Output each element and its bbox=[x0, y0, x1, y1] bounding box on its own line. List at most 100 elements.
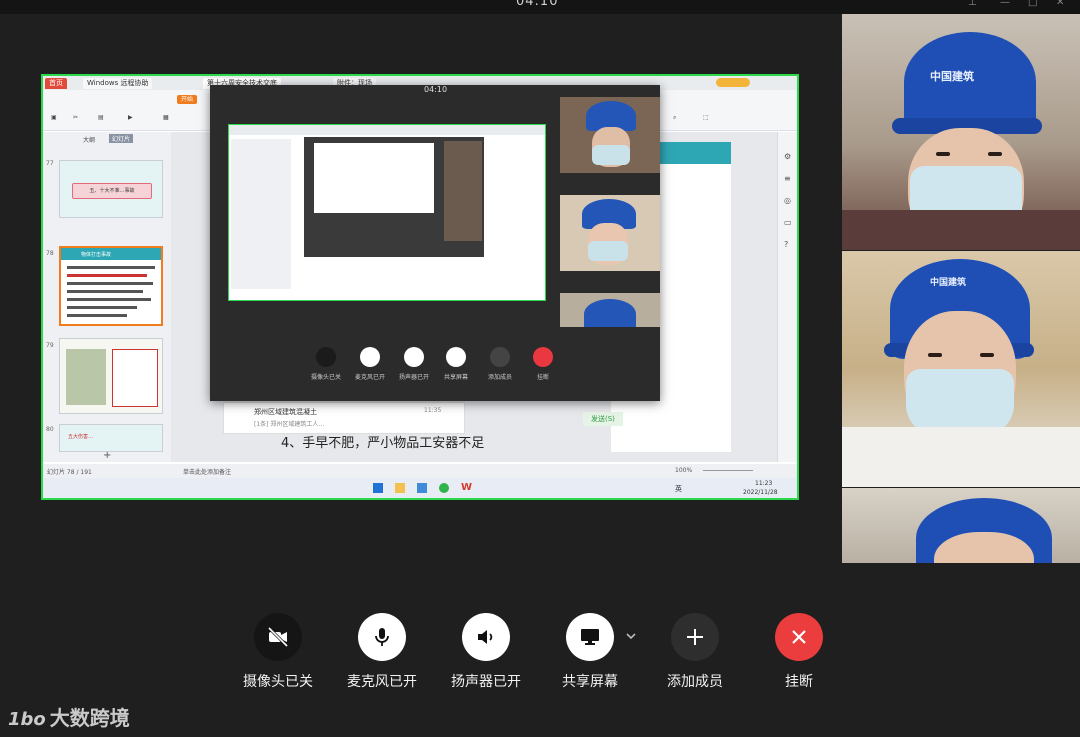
cut-icon[interactable]: ✂ bbox=[73, 114, 78, 121]
speaker-icon bbox=[478, 630, 493, 644]
close-icon[interactable]: ✕ bbox=[1056, 0, 1064, 8]
deeper-meeting-window bbox=[304, 137, 484, 257]
format-icon[interactable]: ▤ bbox=[98, 114, 104, 121]
minimize-icon[interactable]: — bbox=[1000, 0, 1010, 8]
add-slide-icon[interactable]: + bbox=[103, 450, 111, 461]
plus-icon bbox=[687, 629, 703, 645]
play-icon[interactable]: ▶ bbox=[128, 114, 133, 121]
face-mask bbox=[906, 369, 1014, 435]
nested-label: 共享屏幕 bbox=[443, 374, 468, 381]
nested-label: 扬声器已开 bbox=[398, 374, 429, 381]
nested-label: 挂断 bbox=[536, 374, 549, 381]
zoom-slider[interactable] bbox=[703, 470, 753, 471]
tool-icon[interactable]: ⚙ bbox=[784, 152, 791, 161]
nested-label: 麦克风已开 bbox=[354, 374, 385, 381]
status-bar: 幻灯片 78 / 191 单击此处添加备注 100% bbox=[43, 464, 797, 478]
camera-button[interactable] bbox=[254, 613, 302, 661]
notes-hint[interactable]: 单击此处添加备注 bbox=[183, 467, 231, 476]
brand-mark: 1bo bbox=[8, 709, 46, 730]
brand-name: 大数跨境 bbox=[49, 706, 130, 730]
wps-icon[interactable]: W bbox=[461, 482, 472, 493]
share-screen-button[interactable] bbox=[566, 613, 614, 661]
windows-start-icon[interactable] bbox=[373, 483, 383, 493]
nested-video-2[interactable] bbox=[560, 195, 660, 271]
outline-tab[interactable]: 大纲 bbox=[83, 135, 95, 144]
tray-time: 11:23 bbox=[755, 480, 773, 487]
participant-video-1[interactable]: 中国建筑 bbox=[842, 14, 1080, 250]
chat-send-button[interactable]: 发送(S) bbox=[583, 412, 623, 426]
paste-icon[interactable]: ▣ bbox=[51, 114, 57, 121]
nested-video-3[interactable] bbox=[560, 293, 660, 327]
new-slide-icon[interactable]: ▦ bbox=[163, 114, 169, 121]
chat-message: [1条] 郑州区域建筑工人… bbox=[254, 421, 325, 428]
speaker-button[interactable] bbox=[462, 613, 510, 661]
monitor-icon bbox=[581, 629, 599, 645]
ime-indicator[interactable]: 英 bbox=[675, 484, 682, 494]
tool-icon[interactable]: ◎ bbox=[784, 196, 791, 205]
slide-title: 五、十大不准…事故 bbox=[72, 183, 152, 199]
folder-icon[interactable] bbox=[395, 483, 405, 493]
helmet-logo: 中国建筑 bbox=[930, 70, 974, 83]
tool-icon[interactable]: ▭ bbox=[784, 218, 792, 227]
camera-off-icon bbox=[267, 626, 289, 648]
slide-number: 79 bbox=[46, 342, 54, 349]
hangup-label: 挂断 bbox=[785, 674, 813, 690]
slides-tab[interactable]: 幻灯片 bbox=[109, 134, 134, 143]
nested-add-button[interactable] bbox=[490, 347, 510, 367]
participant-video-2[interactable]: 中国建筑 bbox=[842, 251, 1080, 487]
watermark-logo: 1bo 大数跨境 bbox=[8, 702, 130, 731]
nested-timer: 04:10 bbox=[424, 85, 448, 94]
slide-bottom-text: 4、手早不肥，严小物品工安器不足 bbox=[281, 436, 485, 451]
app-icon[interactable] bbox=[417, 483, 427, 493]
slide-number: 78 bbox=[46, 250, 54, 257]
login-badge[interactable] bbox=[716, 78, 750, 87]
slide-thumb-79[interactable] bbox=[59, 338, 163, 414]
participant-video-3[interactable] bbox=[842, 488, 1080, 563]
right-tool-strip: ⚙ ≡ ◎ ▭ ? bbox=[777, 132, 797, 462]
tab-home[interactable]: 首页 bbox=[45, 78, 67, 89]
wechat-icon[interactable] bbox=[439, 483, 449, 493]
add-member-label: 添加成员 bbox=[667, 674, 723, 690]
tool-icon[interactable]: ? bbox=[784, 240, 788, 249]
chat-time: 11:35 bbox=[424, 407, 442, 414]
microphone-icon bbox=[375, 628, 389, 646]
find-icon[interactable]: ⌕ bbox=[673, 114, 676, 122]
microphone-label: 麦克风已开 bbox=[347, 674, 417, 690]
hangup-button[interactable] bbox=[775, 613, 823, 661]
slide-title: 五大伤害… bbox=[68, 434, 94, 440]
slide-number: 77 bbox=[46, 160, 54, 167]
nested-mic-button[interactable] bbox=[360, 347, 380, 367]
start-tab[interactable]: 开始 bbox=[177, 95, 197, 104]
select-icon[interactable]: ⬚ bbox=[703, 114, 709, 121]
maximize-icon[interactable]: □ bbox=[1028, 0, 1037, 8]
nested-share-button[interactable] bbox=[446, 347, 466, 367]
slide-thumb-78[interactable]: 物体打击事故 bbox=[59, 246, 163, 326]
windows-taskbar: W 英 11:23 2022/11/28 bbox=[43, 478, 797, 498]
title-bar: 04:10 ⊥ — □ ✕ bbox=[0, 0, 1080, 14]
chat-popup[interactable]: 郑州区域建筑混凝土 [1条] 郑州区域建筑工人… 11:35 bbox=[223, 402, 465, 434]
nested-video-1[interactable] bbox=[560, 97, 660, 173]
share-screen-label: 共享屏幕 bbox=[562, 674, 618, 690]
nested-camera-button[interactable] bbox=[316, 347, 336, 367]
slide-thumb-80[interactable]: 五大伤害… bbox=[59, 424, 163, 452]
nested-hangup-button[interactable] bbox=[533, 347, 553, 367]
helmet-logo: 中国建筑 bbox=[930, 278, 967, 288]
tool-icon[interactable]: ≡ bbox=[784, 174, 791, 183]
zoom-level[interactable]: 100% bbox=[675, 467, 692, 474]
slide-number: 80 bbox=[46, 426, 54, 433]
slide-thumbnails: 大纲 幻灯片 77 五、十大不准…事故 78 物体打击事故 79 80 五大伤害… bbox=[43, 132, 172, 462]
nested-label: 摄像头已关 bbox=[310, 374, 341, 381]
nested-speaker-button[interactable] bbox=[404, 347, 424, 367]
camera-label: 摄像头已关 bbox=[243, 674, 313, 690]
add-member-button[interactable] bbox=[671, 613, 719, 661]
tab-remote[interactable]: Windows 远程协助 bbox=[83, 78, 153, 89]
speaker-label: 扬声器已开 bbox=[451, 674, 521, 690]
nested-label: 添加成员 bbox=[487, 374, 512, 381]
close-icon bbox=[792, 630, 806, 644]
slide-title: 物体打击事故 bbox=[81, 252, 112, 258]
slide-thumb-77[interactable]: 五、十大不准…事故 bbox=[59, 160, 163, 218]
pin-icon[interactable]: ⊥ bbox=[968, 0, 977, 8]
microphone-button[interactable] bbox=[358, 613, 406, 661]
chat-name: 郑州区域建筑混凝土 bbox=[254, 408, 317, 416]
chevron-down-icon[interactable] bbox=[625, 630, 637, 642]
